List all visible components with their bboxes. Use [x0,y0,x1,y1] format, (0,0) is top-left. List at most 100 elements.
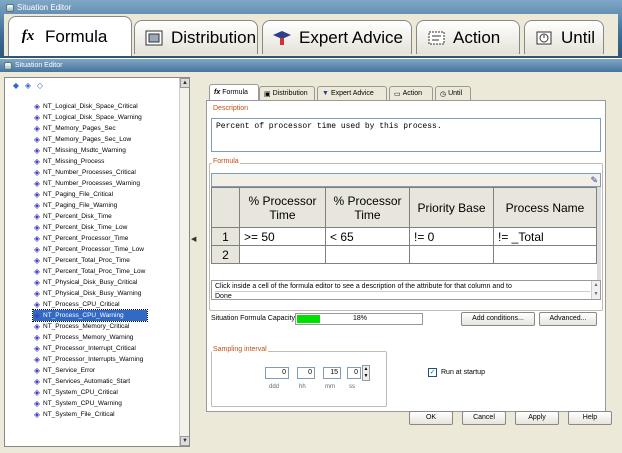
tree-item[interactable]: ◈ NT_Missing_Process [33,156,147,167]
sampling-interval-label: Sampling interval [212,346,268,353]
sampling-spinner[interactable]: ▲ ▼ [362,365,370,381]
row-number[interactable]: 2 [211,245,240,264]
tree-item-label: NT_Number_Processes_Warning [43,180,140,187]
tree-item[interactable]: ◈ NT_Percent_Total_Proc_Time_Low [33,266,147,277]
tree-item[interactable]: ◈ NT_Process_CPU_Warning [31,309,149,322]
tree-item[interactable]: ◈ NT_Processor_Interrupt_Critical [33,343,147,354]
cancel-button[interactable]: Cancel [462,411,506,425]
tree-item-label: NT_Paging_File_Warning [43,202,118,209]
situation-icon: ◈ [33,157,41,166]
tree-item-label: NT_Percent_Processor_Time [43,235,129,242]
delete-situation-icon[interactable]: ◇ [35,80,45,90]
scroll-up-arrow-icon[interactable]: ▲ [180,78,189,88]
description-field[interactable]: Percent of processor time used by this p… [211,118,601,152]
column-header[interactable]: Priority Base [409,187,494,228]
grid-scrollbar[interactable] [597,187,601,280]
tree-item[interactable]: ◈ NT_Memory_Pages_Sec_Low [33,134,147,145]
tree-item-label: NT_Process_Memory_Critical [43,323,130,330]
sampling-hours-field[interactable]: 0 [297,367,315,379]
sampling-minutes-field[interactable]: 15 [323,367,341,379]
help-button[interactable]: Help [568,411,612,425]
hint-scrollbar[interactable]: ▲ ▼ [591,281,600,299]
situation-tree[interactable]: ◆ ◈ ◇ ◈ NT_Logical_Disk_Space_Critical ◈ NT… [4,77,190,447]
column-header[interactable]: Process Name [493,187,597,228]
tree-item[interactable]: ◈ NT_Percent_Processor_Time [33,233,147,244]
formula-cell[interactable]: != _Total [493,227,597,246]
tree-item[interactable]: ◈ NT_Missing_Msdtc_Warning [33,145,147,156]
tree-item[interactable]: ◈ NT_Services_Automatic_Start [33,376,147,387]
tree-item[interactable]: ◈ NT_Percent_Disk_Time_Low [33,222,147,233]
situation-icon: ◈ [33,212,41,221]
tree-item[interactable]: ◈ NT_Physical_Disk_Busy_Critical [33,277,147,288]
pane-splitter-arrow-icon[interactable]: ◀ [191,235,196,243]
capacity-label: Situation Formula Capacity [211,315,296,322]
zoomed-tab-formula[interactable]: fx Formula [8,16,132,56]
tree-scrollbar[interactable]: ▲ ▼ [179,78,189,446]
scroll-down-arrow-icon[interactable]: ▼ [180,436,189,446]
sampling-seconds-field[interactable]: 0 [347,367,361,379]
advanced-button[interactable]: Advanced... [539,312,597,326]
until-icon: ◷ [440,90,447,98]
apply-button[interactable]: Apply [515,411,559,425]
run-at-startup-checkbox[interactable]: ✓ [428,368,437,377]
tree-item[interactable]: ◈ NT_System_CPU_Warning [33,398,147,409]
run-at-startup-option[interactable]: ✓ Run at startup [428,368,485,377]
tree-item[interactable]: ◈ NT_Logical_Disk_Space_Critical [33,101,147,112]
attribute-hint-panel: Click inside a cell of the formula edito… [211,280,601,300]
tree-item[interactable]: ◈ NT_System_File_Critical [33,409,147,420]
tab-formula[interactable]: fx Formula [209,84,259,100]
tree-item-label: NT_System_CPU_Critical [43,389,118,396]
fx-icon: fx [214,89,221,96]
zoomed-tab-distribution[interactable]: Distribution [134,20,258,54]
column-header[interactable]: % Processor Time [325,187,410,228]
column-header[interactable]: % Processor Time [239,187,326,228]
tree-item[interactable]: ◈ NT_Paging_File_Warning [33,200,147,211]
zoomed-tab-expert-advice[interactable]: Expert Advice [262,20,412,54]
tree-item[interactable]: ◈ NT_Physical_Disk_Busy_Warning [33,288,147,299]
tree-item[interactable]: ◈ NT_System_CPU_Critical [33,387,147,398]
formula-cell[interactable]: < 65 [325,227,410,246]
tree-item-label: NT_System_CPU_Warning [43,400,122,407]
tree-item[interactable]: ◈ NT_Service_Error [33,365,147,376]
formula-cell[interactable] [493,245,597,264]
formula-cell[interactable] [409,245,494,264]
capacity-progress-bar: 18% [295,313,423,325]
create-situation-icon[interactable]: ◆ [11,80,21,90]
sampling-days-field[interactable]: 0 [265,367,289,379]
tree-item-label: NT_Percent_Processor_Time_Low [43,246,144,253]
tree-item-label: NT_System_File_Critical [43,411,115,418]
formula-label: Formula [212,158,240,165]
tab-expert-advice[interactable]: ▼ Expert Advice [317,86,387,100]
tree-item[interactable]: ◈ NT_Percent_Disk_Time [33,211,147,222]
ok-button[interactable]: OK [409,411,453,425]
formula-cell[interactable] [239,245,326,264]
tree-item[interactable]: ◈ NT_Paging_File_Critical [33,189,147,200]
tree-item[interactable]: ◈ NT_Percent_Processor_Time_Low [33,244,147,255]
tree-item[interactable]: ◈ NT_Logical_Disk_Space_Warning [33,112,147,123]
tree-item[interactable]: ◈ NT_Process_CPU_Critical [33,299,147,310]
zoomed-tab-until[interactable]: Until [524,20,604,54]
zoomed-tab-label: Until [561,27,596,47]
formula-editor-icon[interactable]: ✎ [590,175,598,186]
distribution-icon: ▣ [264,90,271,98]
formula-cell[interactable]: != 0 [409,227,494,246]
tree-item[interactable]: ◈ NT_Process_Memory_Critical [33,321,147,332]
formula-cell[interactable]: >= 50 [239,227,326,246]
tree-item[interactable]: ◈ NT_Number_Processes_Critical [33,167,147,178]
zoomed-tab-label: Action [453,27,501,47]
formula-cell[interactable] [325,245,410,264]
tree-item[interactable]: ◈ NT_Number_Processes_Warning [33,178,147,189]
add-conditions-button[interactable]: Add conditions... [461,312,535,326]
row-number[interactable]: 1 [211,227,240,246]
tree-item[interactable]: ◈ NT_Memory_Pages_Sec [33,123,147,134]
tree-item[interactable]: ◈ NT_Process_Memory_Warning [33,332,147,343]
sampling-unit: hh [299,384,306,390]
tab-distribution[interactable]: ▣ Distribution [259,86,315,100]
zoomed-tab-action[interactable]: Action [416,20,520,54]
tree-item[interactable]: ◈ NT_Processor_Interrupts_Warning [33,354,147,365]
tree-item[interactable]: ◈ NT_Percent_Total_Proc_Time [33,255,147,266]
tab-until[interactable]: ◷ Until [435,86,471,100]
tab-action[interactable]: ▭ Action [389,86,433,100]
copy-situation-icon[interactable]: ◈ [23,80,33,90]
formula-grid: % Processor Time % Processor Time Priori… [211,187,597,264]
